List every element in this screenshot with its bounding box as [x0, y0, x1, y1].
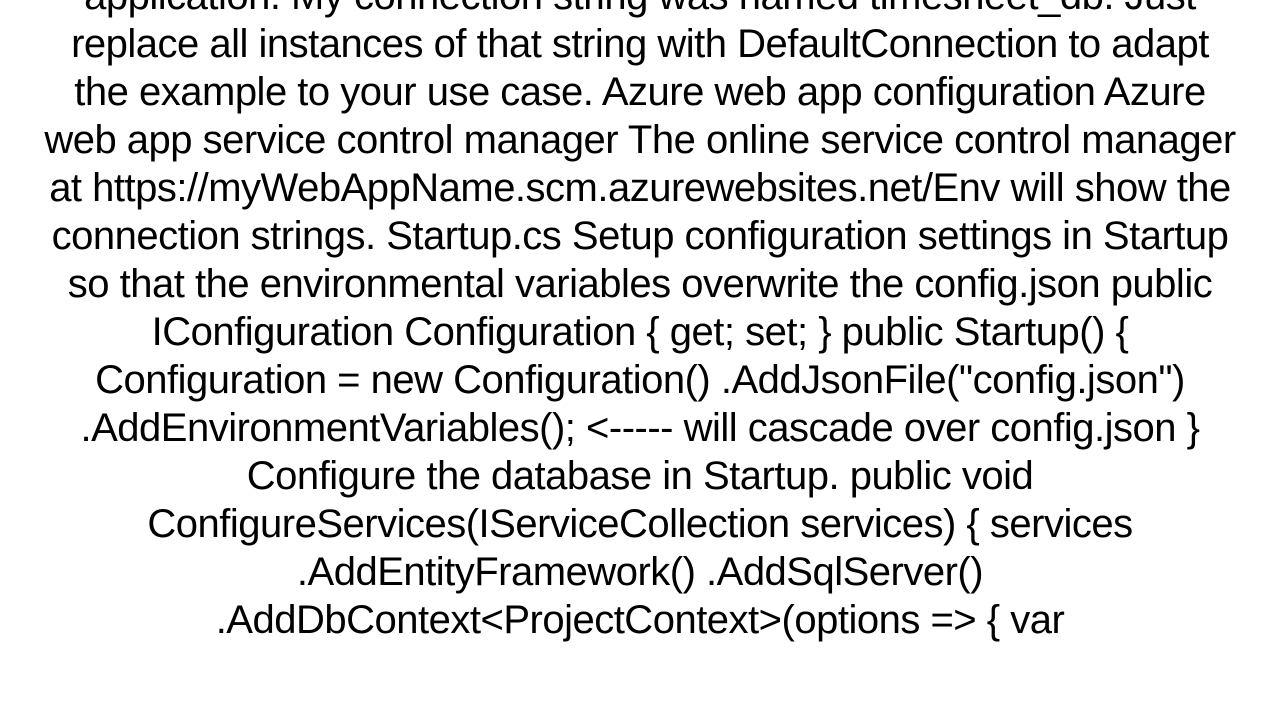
body-text: application. My connection string was na… — [44, 0, 1235, 642]
document-body: application. My connection string was na… — [20, 0, 1260, 644]
